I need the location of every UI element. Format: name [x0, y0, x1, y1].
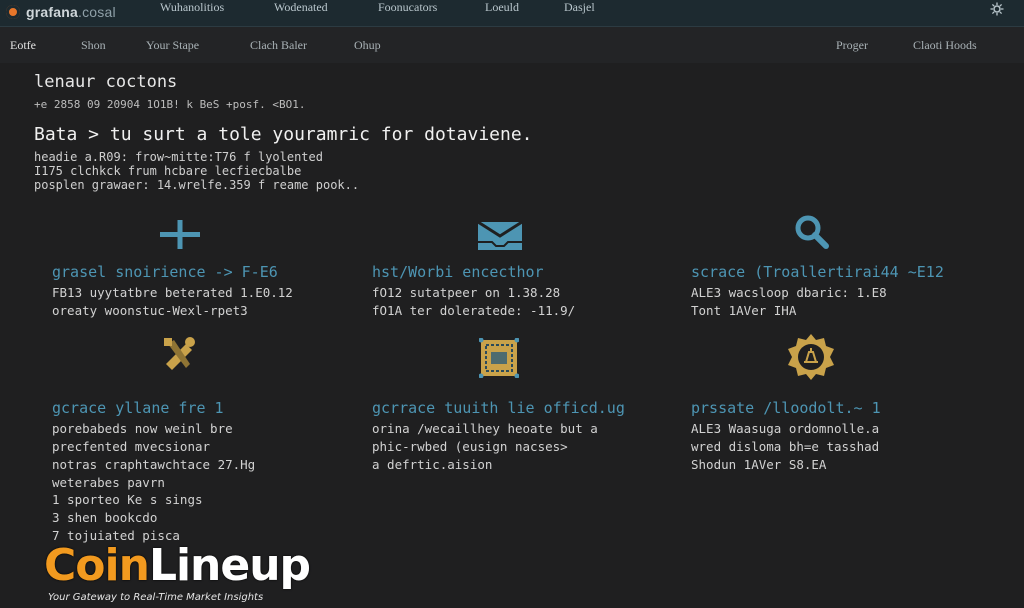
card-title[interactable]: grasel snoirience -> F-E6	[52, 263, 278, 281]
frame-icon	[479, 338, 519, 378]
card-title[interactable]: hst/Worbi encecthor	[372, 263, 544, 281]
top-bar: grafana.cosal Wuhanolitios Wodenated Foo…	[0, 0, 1024, 27]
breadcrumb[interactable]: lenaur coctons	[34, 72, 177, 92]
badge-icon	[788, 334, 834, 380]
watermark-lineup-text: Lineup	[148, 540, 311, 591]
card-line: Tont 1AVer IHA	[691, 303, 797, 318]
subnav-item-5[interactable]: Ohup	[354, 38, 381, 53]
card-line: fO1A ter doleratede: -11.9/	[372, 303, 576, 318]
card-line: Shodun 1AVer S8.EA	[691, 457, 827, 472]
card-line: 1 sporteo Ke s sings	[52, 492, 203, 507]
card-line: wred disloma bh=e tasshad	[691, 439, 880, 454]
coinlineup-watermark: CoinLineup Your Gateway to Real-Time Mar…	[44, 540, 311, 603]
description-line: I175 clchkck frum hcbare lecfiecbalbe	[34, 164, 302, 178]
subnav-item-3[interactable]: Your Stape	[146, 38, 199, 53]
top-nav-item-2[interactable]: Wodenated	[274, 0, 328, 14]
subnav-right-item-1[interactable]: Proger	[836, 38, 868, 53]
card-line: precfented mvecsionar	[52, 439, 211, 454]
search-icon	[795, 215, 829, 249]
brand-name: grafana.cosal	[26, 4, 116, 20]
plus-icon	[160, 220, 200, 249]
card-line: notras craphtawchtace 27.Hg	[52, 457, 256, 472]
watermark-tagline: Your Gateway to Real-Time Market Insight…	[48, 592, 264, 603]
card-title[interactable]: gcrace yllane fre 1	[52, 399, 224, 417]
top-nav-item-4[interactable]: Loeuld	[485, 0, 519, 14]
grafana-logo-icon	[6, 5, 20, 19]
card-line: orina /wecaillhey heoate but a	[372, 421, 598, 436]
card-line: phic-rwbed (eusign nacses>	[372, 439, 568, 454]
card-line: ALE3 wacsloop dbaric: 1.E8	[691, 285, 887, 300]
card-line: oreaty woonstuc-Wexl-rpet3	[52, 303, 248, 318]
meta-line: +e 2858 09 20904 1O1B! k BeS +posf. <BO1…	[34, 98, 306, 111]
description-line: posplen grawaer: 14.wrelfe.359 f reame p…	[34, 178, 360, 192]
card-line: fO12 sutatpeer on 1.38.28	[372, 285, 561, 300]
subnav-item-2[interactable]: Shon	[81, 38, 106, 53]
card-line: a defrtic.aision	[372, 457, 493, 472]
settings-icon[interactable]	[990, 2, 1004, 16]
page-title: Bata > tu surt a tole youramric for dota…	[34, 124, 533, 145]
card-line: weterabes pavrn	[52, 475, 165, 490]
card-line: ALE3 Waasuga ordomnolle.a	[691, 421, 880, 436]
card-line: FB13 uyytatbre beterated 1.E0.12	[52, 285, 293, 300]
description-line: headie a.R09: frow~mitte:T76 f lyolented	[34, 150, 323, 164]
card-title[interactable]: gcrrace tuuith lie officd.ug	[372, 399, 625, 417]
inbox-icon	[477, 220, 523, 250]
top-nav-item-3[interactable]: Foonucators	[378, 0, 437, 14]
watermark-coin-text: Coin	[44, 540, 150, 591]
top-nav-item-5[interactable]: Dasjel	[564, 0, 595, 14]
brand[interactable]: grafana.cosal	[6, 2, 116, 22]
card-title[interactable]: scrace (Troallertirai44 ~E12	[691, 263, 944, 281]
page-description: headie a.R09: frow~mitte:T76 f lyolented…	[34, 150, 359, 192]
card-line: 3 shen bookcdo	[52, 510, 158, 525]
card-title[interactable]: prssate /lloodolt.~ 1	[691, 399, 881, 417]
top-nav-item-1[interactable]: Wuhanolitios	[160, 0, 224, 14]
tools-icon	[164, 337, 195, 370]
subnav-item-4[interactable]: Clach Baler	[250, 38, 307, 53]
brand-main-text: grafana	[26, 4, 78, 20]
subnav-item-1[interactable]: Eotfe	[10, 38, 36, 53]
brand-suffix-text: .cosal	[77, 4, 116, 20]
card-line: porebabeds now weinl bre	[52, 421, 233, 436]
subnav-right-item-2[interactable]: Claoti Hoods	[913, 38, 977, 53]
sub-nav-bar: Eotfe Shon Your Stape Clach Baler Ohup P…	[0, 27, 1024, 63]
